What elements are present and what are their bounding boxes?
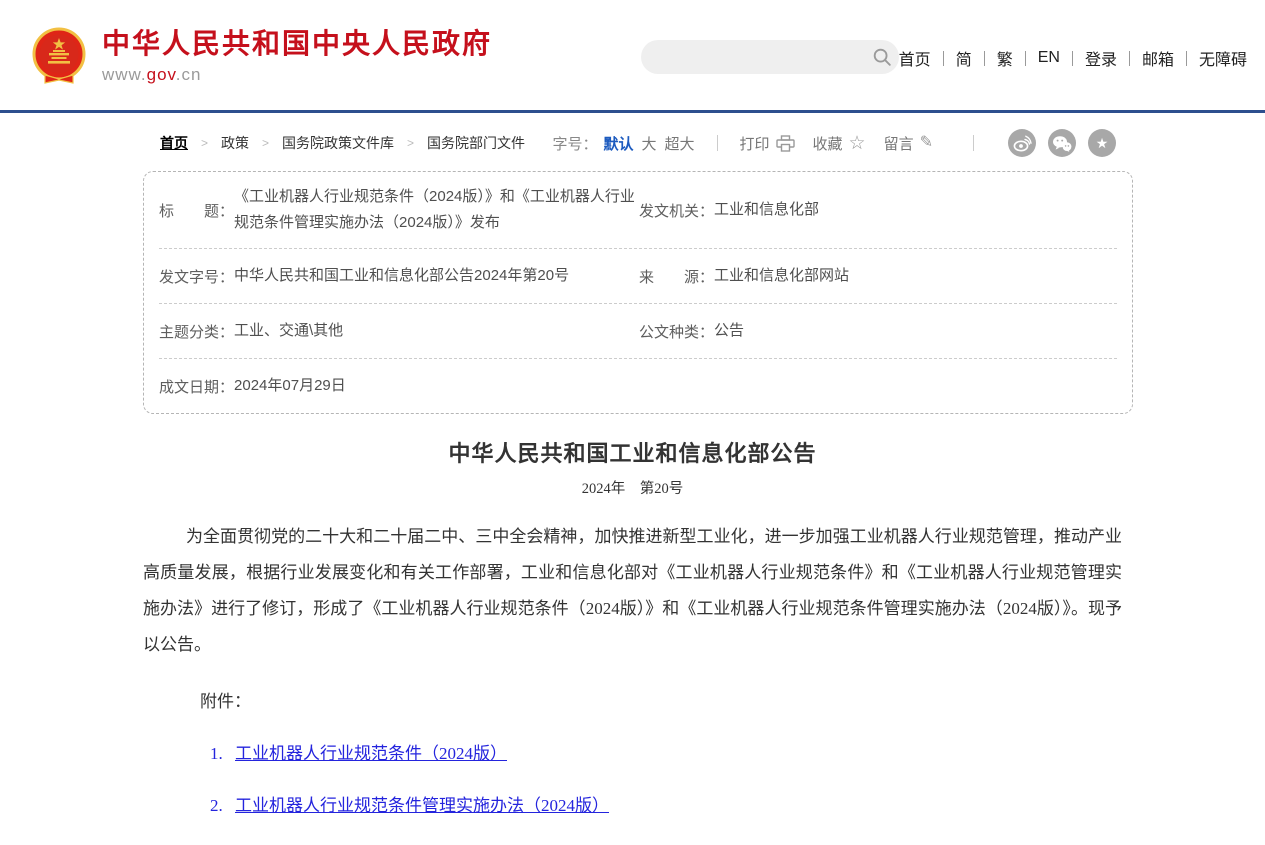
- site-title: 中华人民共和国中央人民政府: [102, 26, 492, 62]
- meta-doc-number-value: 中华人民共和国工业和信息化部公告2024年第20号: [234, 263, 569, 289]
- meta-issuer-value: 工业和信息化部: [714, 197, 819, 223]
- meta-doc-type-label: 公文种类：: [639, 321, 714, 342]
- meta-doc-number-label: 发文字号：: [159, 266, 234, 287]
- fontsize-default-button[interactable]: 默认: [603, 133, 633, 154]
- nav-separator: [943, 51, 944, 66]
- meta-date-label: 成文日期：: [159, 376, 234, 397]
- print-button[interactable]: 打印: [740, 133, 795, 154]
- breadcrumb-policy-library[interactable]: 国务院政策文件库: [282, 133, 394, 153]
- nav-separator: [984, 51, 985, 66]
- meta-title-value: 《工业机器人行业规范条件（2024版）》和《工业机器人行业规范条件管理实施办法（…: [234, 184, 639, 236]
- national-emblem-icon: [30, 26, 88, 86]
- toolbar-row: 首页 > 政策 > 国务院政策文件库 > 国务院部门文件 字号： 默认 大 超大…: [0, 113, 1265, 159]
- fontsize-large-button[interactable]: 大: [641, 133, 656, 154]
- meta-cell-date: 成文日期： 2024年07月29日: [159, 359, 639, 413]
- meta-cell-source: 来 源： 工业和信息化部网站: [639, 249, 1117, 303]
- comment-label: 留言: [884, 133, 914, 154]
- meta-row-date: 成文日期： 2024年07月29日: [159, 358, 1117, 413]
- attachment-2-number: 2.: [210, 796, 223, 815]
- fontsize-xlarge-button[interactable]: 超大: [664, 133, 694, 154]
- attachments-label: 附件：: [200, 687, 1122, 712]
- meta-cell-doc-number: 发文字号： 中华人民共和国工业和信息化部公告2024年第20号: [159, 249, 639, 303]
- attachment-item-1: 1. 工业机器人行业规范条件（2024版）: [210, 739, 1122, 764]
- meta-cell-category: 主题分类： 工业、交通\其他: [159, 304, 639, 358]
- share-more-button[interactable]: ★: [1088, 129, 1116, 157]
- nav-item-login[interactable]: 登录: [1085, 46, 1117, 70]
- meta-category-label: 主题分类：: [159, 321, 234, 342]
- pencil-icon: ✎: [920, 135, 933, 151]
- breadcrumb: 首页 > 政策 > 国务院政策文件库 > 国务院部门文件: [160, 133, 525, 153]
- logo-text: 中华人民共和国中央人民政府 www.gov.cn: [102, 26, 492, 85]
- nav-item-home[interactable]: 首页: [899, 46, 931, 70]
- tools-separator: [973, 135, 974, 151]
- nav-item-english[interactable]: EN: [1038, 49, 1060, 67]
- article: 中华人民共和国工业和信息化部公告 2024年 第20号 为全面贯彻党的二十大和二…: [143, 436, 1122, 845]
- wechat-icon: [1052, 135, 1072, 152]
- meta-category-value: 工业、交通\其他: [234, 318, 343, 344]
- meta-cell-issuer: 发文机关： 工业和信息化部: [639, 185, 1117, 235]
- breadcrumb-policy[interactable]: 政策: [221, 133, 249, 153]
- breadcrumb-home[interactable]: 首页: [160, 133, 188, 153]
- nav-separator: [1025, 51, 1026, 66]
- breadcrumb-separator: >: [201, 136, 208, 150]
- tools-separator: [717, 135, 718, 151]
- meta-row-category: 主题分类： 工业、交通\其他 公文种类： 公告: [159, 303, 1117, 358]
- nav-separator: [1129, 51, 1130, 66]
- page: 中华人民共和国中央人民政府 www.gov.cn 首页 简 繁 EN: [0, 0, 1265, 845]
- meta-date-value: 2024年07月29日: [234, 373, 346, 399]
- nav-item-accessibility[interactable]: 无障碍: [1199, 46, 1247, 70]
- nav-item-mail[interactable]: 邮箱: [1142, 46, 1174, 70]
- meta-cell-title: 标 题： 《工业机器人行业规范条件（2024版）》和《工业机器人行业规范条件管理…: [159, 172, 639, 248]
- comment-button[interactable]: 留言 ✎: [884, 133, 933, 154]
- attachment-item-2: 2. 工业机器人行业规范条件管理实施办法（2024版）: [210, 791, 1122, 816]
- nav-separator: [1186, 51, 1187, 66]
- star-outline-icon: ☆: [849, 134, 866, 153]
- document-meta-table: 标 题： 《工业机器人行业规范条件（2024版）》和《工业机器人行业规范条件管理…: [143, 171, 1133, 414]
- share-weibo-button[interactable]: [1008, 129, 1036, 157]
- meta-source-label: 来 源：: [639, 266, 714, 287]
- nav-item-traditional[interactable]: 繁: [997, 46, 1013, 70]
- meta-source-value: 工业和信息化部网站: [714, 263, 849, 289]
- search-icon[interactable]: [865, 46, 899, 68]
- search-box[interactable]: [641, 40, 899, 74]
- attachment-2-link[interactable]: 工业机器人行业规范条件管理实施办法（2024版）: [235, 796, 609, 815]
- fontsize-label: 字号：: [552, 133, 597, 154]
- print-label: 打印: [740, 133, 770, 154]
- site-url-gov: gov: [147, 65, 176, 84]
- site-url: www.gov.cn: [102, 65, 492, 85]
- meta-doc-type-value: 公告: [714, 318, 744, 344]
- favorite-label: 收藏: [813, 133, 843, 154]
- meta-cell-doc-type: 公文种类： 公告: [639, 304, 1117, 358]
- attachment-1-number: 1.: [210, 744, 223, 763]
- article-paragraph: 为全面贯彻党的二十大和二十届二中、三中全会精神，加快推进新型工业化，进一步加强工…: [143, 519, 1122, 663]
- nav-item-simplified[interactable]: 简: [956, 46, 972, 70]
- site-logo-link[interactable]: 中华人民共和国中央人民政府 www.gov.cn: [30, 26, 492, 86]
- weibo-icon: [1013, 135, 1032, 152]
- meta-issuer-label: 发文机关：: [639, 200, 714, 221]
- site-header: 中华人民共和国中央人民政府 www.gov.cn 首页 简 繁 EN: [0, 0, 1265, 113]
- attachment-1-link[interactable]: 工业机器人行业规范条件（2024版）: [235, 744, 507, 763]
- site-url-www: www.: [102, 65, 147, 84]
- favorite-button[interactable]: 收藏 ☆: [813, 133, 866, 154]
- breadcrumb-separator: >: [262, 136, 269, 150]
- article-issue-number: 2024年 第20号: [143, 477, 1122, 498]
- breadcrumb-department-docs[interactable]: 国务院部门文件: [427, 133, 525, 153]
- meta-row-title: 标 题： 《工业机器人行业规范条件（2024版）》和《工业机器人行业规范条件管理…: [159, 172, 1117, 248]
- site-url-cn: .cn: [176, 65, 202, 84]
- page-tools: 字号： 默认 大 超大 打印 收藏 ☆ 留言: [552, 129, 1116, 157]
- printer-icon: [776, 135, 795, 152]
- nav-separator: [1072, 51, 1073, 66]
- search-input[interactable]: [641, 40, 865, 74]
- meta-row-number: 发文字号： 中华人民共和国工业和信息化部公告2024年第20号 来 源： 工业和…: [159, 248, 1117, 303]
- breadcrumb-separator: >: [407, 136, 414, 150]
- share-wechat-button[interactable]: [1048, 129, 1076, 157]
- article-title: 中华人民共和国工业和信息化部公告: [143, 436, 1122, 468]
- share-star-icon: ★: [1096, 136, 1109, 150]
- top-nav: 首页 简 繁 EN 登录 邮箱 无障碍: [899, 46, 1247, 70]
- meta-title-label: 标 题：: [159, 200, 234, 221]
